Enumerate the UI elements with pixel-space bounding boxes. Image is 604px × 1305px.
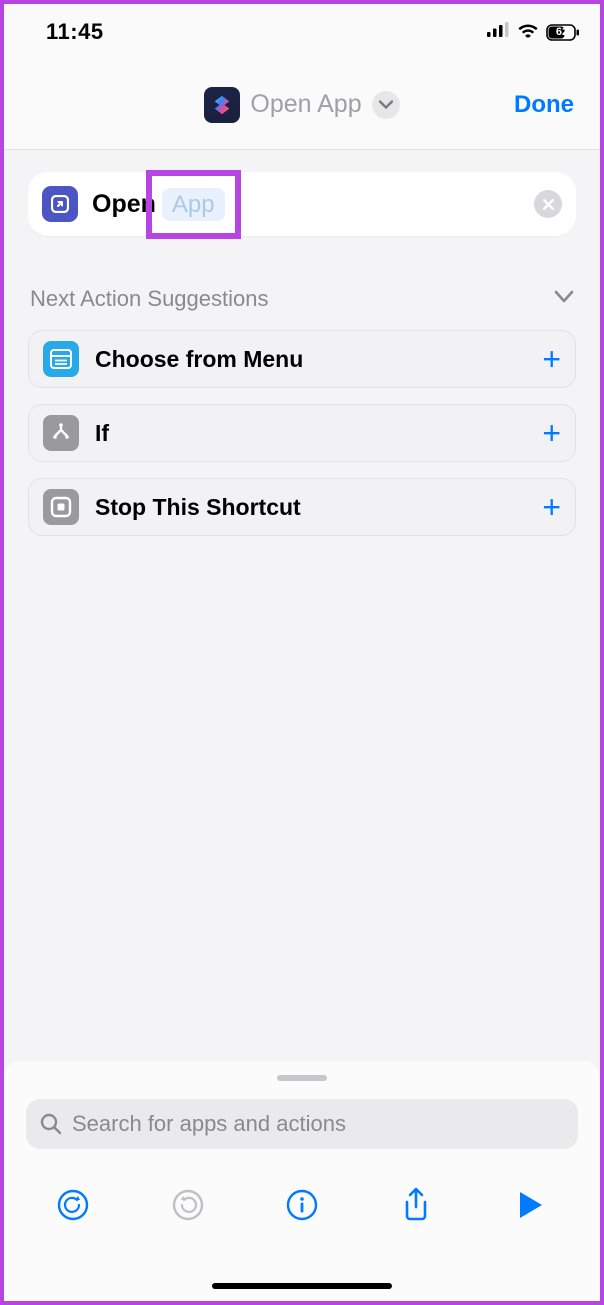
app-parameter[interactable]: App (158, 188, 229, 221)
suggestion-if[interactable]: If + (28, 404, 576, 462)
open-app-icon (42, 186, 78, 222)
status-time: 11:45 (46, 19, 104, 45)
menu-icon (43, 341, 79, 377)
add-suggestion-button[interactable]: + (542, 489, 561, 526)
bottom-sheet[interactable]: Search for apps and actions (4, 1061, 600, 1301)
redo-button[interactable] (166, 1183, 210, 1227)
suggestion-label: Choose from Menu (95, 346, 303, 373)
search-icon (40, 1113, 62, 1135)
bottom-toolbar (4, 1183, 600, 1227)
search-input[interactable]: Search for apps and actions (26, 1099, 578, 1149)
shortcuts-app-icon (204, 87, 240, 123)
suggestion-choose-from-menu[interactable]: Choose from Menu + (28, 330, 576, 388)
editor-header: Open App Done (4, 60, 600, 150)
search-placeholder: Search for apps and actions (72, 1111, 346, 1137)
chevron-down-icon (554, 290, 574, 309)
run-button[interactable] (509, 1183, 553, 1227)
status-indicators: 62 (487, 22, 580, 43)
branch-icon (43, 415, 79, 451)
add-suggestion-button[interactable]: + (542, 415, 561, 452)
add-suggestion-button[interactable]: + (542, 341, 561, 378)
header-title: Open App (250, 90, 361, 119)
home-indicator[interactable] (212, 1283, 392, 1289)
done-button[interactable]: Done (514, 91, 574, 119)
cellular-icon (487, 22, 510, 42)
battery-icon: 62 (546, 24, 580, 41)
info-button[interactable] (280, 1183, 324, 1227)
suggestion-label: If (95, 420, 109, 447)
share-button[interactable] (394, 1183, 438, 1227)
suggestion-stop-shortcut[interactable]: Stop This Shortcut + (28, 478, 576, 536)
header-title-group[interactable]: Open App (204, 87, 399, 123)
suggestions-header[interactable]: Next Action Suggestions (28, 286, 576, 312)
wifi-icon (517, 22, 539, 43)
stop-icon (43, 489, 79, 525)
action-text: Open App (92, 188, 229, 221)
chevron-down-icon[interactable] (372, 91, 400, 119)
drag-handle[interactable] (277, 1075, 327, 1081)
status-bar: 11:45 62 (4, 4, 600, 60)
clear-action-button[interactable] (534, 190, 562, 218)
undo-button[interactable] (51, 1183, 95, 1227)
suggestions-title: Next Action Suggestions (30, 286, 268, 312)
app-parameter-placeholder: App (162, 188, 225, 221)
action-open-app[interactable]: Open App (28, 172, 576, 236)
suggestion-label: Stop This Shortcut (95, 494, 301, 521)
